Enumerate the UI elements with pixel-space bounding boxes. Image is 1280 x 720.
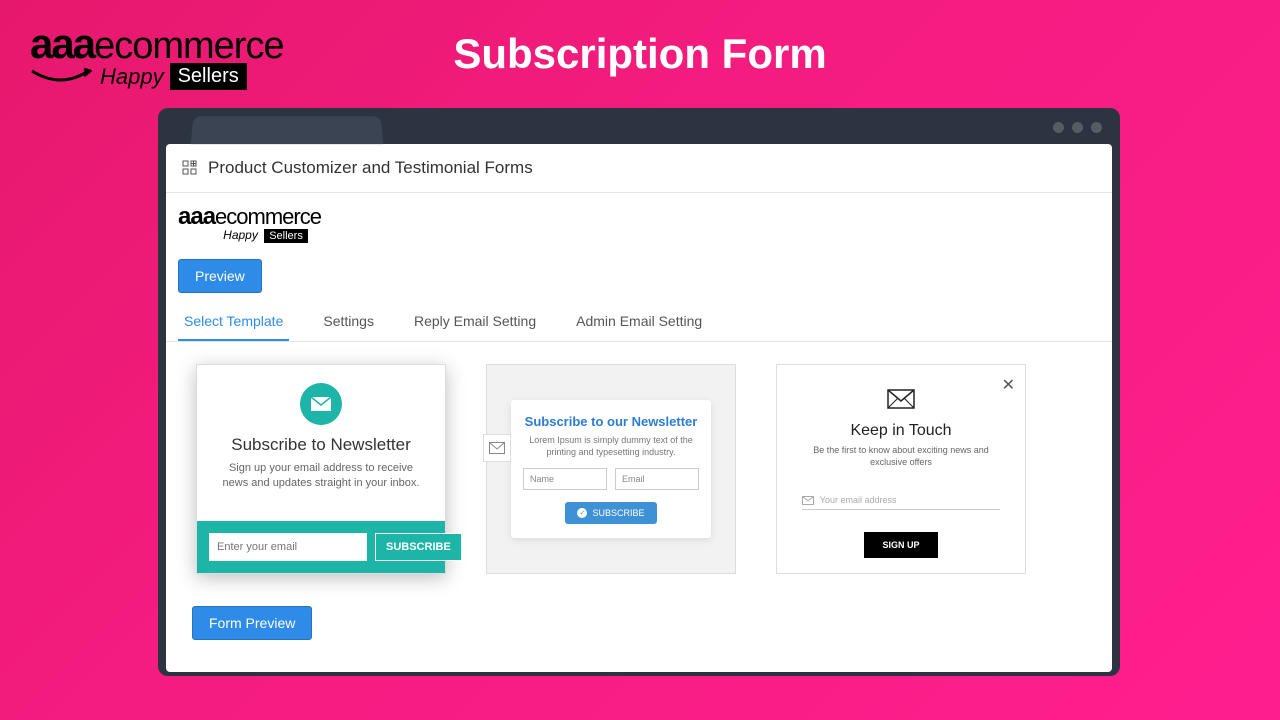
logo-sellers-box: Sellers: [170, 63, 247, 90]
templates-row: Subscribe to Newsletter Sign up your ema…: [166, 342, 1112, 596]
form-preview-button[interactable]: Form Preview: [192, 606, 312, 640]
template-3-description: Be the first to know about exciting news…: [777, 440, 1025, 473]
template-3-title: Keep in Touch: [850, 422, 951, 440]
window-minimize-icon[interactable]: [1053, 122, 1064, 133]
logo-happy-text: Happy: [100, 64, 164, 90]
template-2-description: Lorem Ipsum is simply dummy text of the …: [523, 435, 699, 458]
tab-reply-email[interactable]: Reply Email Setting: [408, 303, 542, 341]
page-title: Subscription Form: [453, 30, 826, 78]
envelope-small-icon: [802, 496, 814, 505]
close-icon[interactable]: ✕: [1002, 375, 1015, 395]
template-2-email-input[interactable]: Email: [615, 468, 699, 490]
logo-ecommerce-text: ecommerce: [94, 25, 284, 68]
envelope-outline-icon: [887, 389, 915, 414]
envelope-circle-icon: [300, 383, 342, 425]
template-2-name-input[interactable]: Name: [523, 468, 607, 490]
template-card-3[interactable]: ✕ Keep in Touch Be the first to know abo…: [776, 364, 1026, 574]
inner-logo-aaa: aaa: [178, 203, 215, 231]
template-1-title: Subscribe to Newsletter: [231, 435, 411, 455]
logo-aaa-text: aaa: [30, 20, 94, 68]
browser-chrome: [162, 112, 1116, 144]
tab-admin-email[interactable]: Admin Email Setting: [570, 303, 708, 341]
template-3-email-input[interactable]: Your email address: [802, 495, 1000, 510]
main-brand-logo: aaa ecommerce Happy Sellers: [30, 20, 284, 90]
template-2-title: Subscribe to our Newsletter: [523, 414, 699, 429]
window-maximize-icon[interactable]: [1072, 122, 1083, 133]
grid-icon: [182, 160, 198, 176]
browser-window: Product Customizer and Testimonial Forms…: [158, 108, 1120, 676]
check-circle-icon: ✓: [577, 508, 587, 518]
inner-logo-sellers: Sellers: [264, 229, 308, 243]
smile-arrow-icon: [30, 67, 92, 87]
inner-brand-logo: aaa ecommerce Happy Sellers: [166, 193, 1112, 249]
template-2-btn-label: SUBSCRIBE: [592, 508, 644, 518]
window-close-icon[interactable]: [1091, 122, 1102, 133]
app-header: Product Customizer and Testimonial Forms: [166, 144, 1112, 193]
template-2-subscribe-button[interactable]: ✓ SUBSCRIBE: [565, 502, 656, 524]
envelope-tab-icon: [483, 434, 511, 462]
preview-button[interactable]: Preview: [178, 259, 262, 293]
template-card-1[interactable]: Subscribe to Newsletter Sign up your ema…: [196, 364, 446, 574]
template-card-2[interactable]: Subscribe to our Newsletter Lorem Ipsum …: [486, 364, 736, 574]
template-1-subscribe-button[interactable]: SUBSCRIBE: [375, 533, 462, 561]
inner-logo-ecom: ecommerce: [215, 204, 321, 230]
inner-logo-happy: Happy: [223, 228, 258, 242]
browser-tab[interactable]: [191, 116, 383, 144]
tab-select-template[interactable]: Select Template: [178, 303, 289, 341]
app-header-title: Product Customizer and Testimonial Forms: [208, 158, 533, 178]
template-1-description: Sign up your email address to receive ne…: [197, 455, 445, 498]
tab-settings[interactable]: Settings: [317, 303, 380, 341]
template-1-email-input[interactable]: [209, 533, 367, 561]
template-3-signup-button[interactable]: SIGN UP: [864, 532, 937, 558]
tabs-bar: Select Template Settings Reply Email Set…: [166, 303, 1112, 342]
template-3-placeholder: Your email address: [820, 495, 897, 505]
